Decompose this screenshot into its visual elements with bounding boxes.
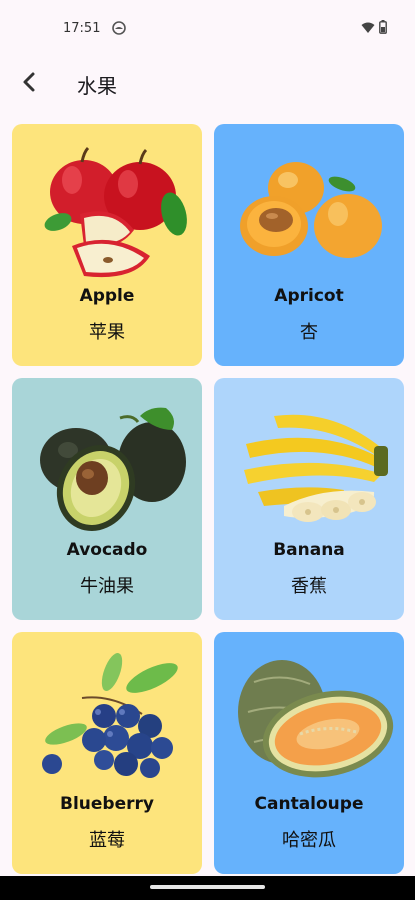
fruit-card-avocado[interactable]: Avocado 牛油果 [12,378,202,620]
fruit-name-en: Banana [273,540,345,560]
cantaloupe-image [224,642,394,792]
back-button[interactable] [5,60,53,108]
status-icons [361,19,387,38]
fruit-name-en: Apple [79,286,135,306]
fruit-name-zh: 牛油果 [80,576,134,597]
status-time: 17:51 [63,20,101,36]
navigation-bar [0,876,415,900]
page-title: 水果 [77,73,117,98]
banana-image [224,388,394,538]
app-bar: 水果 [0,56,415,112]
fruit-name-zh: 蓝莓 [89,830,125,851]
android-circle-icon [112,21,127,35]
fruit-name-en: Avocado [66,540,148,560]
fruit-name-zh: 杏 [300,322,318,343]
fruit-card-apricot[interactable]: Apricot 杏 [214,124,404,366]
fruit-card-cantaloupe[interactable]: Cantaloupe 哈密瓜 [214,632,404,874]
fruit-name-en: Apricot [274,286,344,306]
fruit-card-apple[interactable]: Apple 苹果 [12,124,202,366]
fruit-name-en: Blueberry [60,794,154,814]
status-bar: 17:51 [0,0,415,56]
fruit-name-zh: 香蕉 [291,576,327,597]
wifi-icon [361,19,375,38]
battery-icon [379,19,387,38]
fruit-grid: Apple 苹果 Apricot 杏 Avocado 牛油果 Banana 香蕉… [12,124,404,874]
fruit-name-zh: 哈密瓜 [282,830,336,851]
apple-image [22,134,192,284]
arrow-left-icon [18,71,40,97]
avocado-image [22,388,192,538]
fruit-name-en: Cantaloupe [254,794,364,814]
apricot-image [224,134,394,284]
fruit-card-blueberry[interactable]: Blueberry 蓝莓 [12,632,202,874]
home-gesture-handle[interactable] [150,885,265,889]
fruit-card-banana[interactable]: Banana 香蕉 [214,378,404,620]
blueberry-image [22,642,192,792]
fruit-name-zh: 苹果 [89,322,125,343]
